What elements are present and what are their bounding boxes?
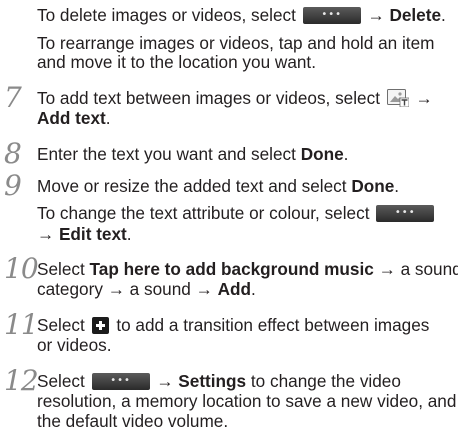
step-11-text-2: to add a transition effect between image… [111,315,430,335]
step-9-text-2: To change the text attribute or colour, … [37,203,375,223]
step-10-text: Select [37,259,90,279]
step-number-12: 12 [4,364,39,397]
step-8-line-1: Enter the text you want and select Done. [37,144,348,164]
background-music-label: Tap here to add background music [89,259,374,279]
add-text-label: Add text [37,108,106,128]
settings-label: Settings [178,371,247,391]
step-7-line-1: To add text between images or videos, se… [37,88,433,108]
more-options-button: ••• [376,205,435,222]
step-9-line-1: Move or resize the added text and select… [37,176,399,196]
more-options-icon: ••• [110,375,131,386]
step-number-9: 9 [4,169,22,202]
period: . [250,279,256,299]
edit-text-label: Edit text [58,224,127,244]
step-12-line-3: the default video volume. [37,411,229,431]
intro-line-3: and move it to the location you want. [37,52,316,72]
step-number-11: 11 [4,308,39,341]
delete-label: Delete [389,5,442,25]
add-text-icon [386,89,409,107]
period: . [441,5,446,25]
more-options-button: ••• [302,7,361,24]
more-options-icon: ••• [321,9,343,20]
done-label: Done [300,144,344,164]
step-12-line-2: resolution, a memory location to save a … [37,391,457,411]
period: . [343,144,349,164]
arrow: → [37,224,59,244]
plus-icon [91,317,109,334]
step-10-line-1: Select Tap here to add background music … [37,259,458,279]
step-11-line-1: Select to add a transition effect betwee… [37,315,429,335]
step-10-text-2: → a sound [373,259,458,279]
step-7-line-2: Add text. [37,108,111,128]
step-number-8: 8 [4,137,22,170]
step-9-line-2: To change the text attribute or colour, … [37,203,436,223]
more-options-icon: ••• [394,207,416,218]
period: . [394,176,400,196]
step-10-text-3: category → a sound → [37,279,218,299]
period: . [105,108,111,128]
period: . [126,224,132,244]
intro-text: To delete images or videos, select [37,5,301,25]
intro-line-1: To delete images or videos, select ••• →… [37,5,446,25]
step-number-10: 10 [4,252,39,285]
step-12-text-2: to change the video [246,371,401,391]
step-12-line-1: Select ••• → Settings to change the vide… [37,371,401,391]
done-label: Done [351,176,395,196]
intro-line-2: To rearrange images or videos, tap and h… [37,33,435,53]
more-options-button: ••• [91,373,150,390]
step-9-line-3: → Edit text. [37,224,132,244]
step-11-text: Select [37,315,90,335]
arrow: → [151,371,179,391]
step-11-line-2: or videos. [37,335,112,355]
step-number-7: 7 [4,81,22,114]
arrow: → [362,5,390,25]
step-8-text: Enter the text you want and select [37,144,301,164]
step-12-text: Select [37,371,90,391]
add-label: Add [217,279,251,299]
step-9-text: Move or resize the added text and select [37,176,352,196]
step-10-line-2: category → a sound → Add. [37,279,256,299]
arrow: → [410,88,433,108]
step-7-text: To add text between images or videos, se… [37,88,385,108]
